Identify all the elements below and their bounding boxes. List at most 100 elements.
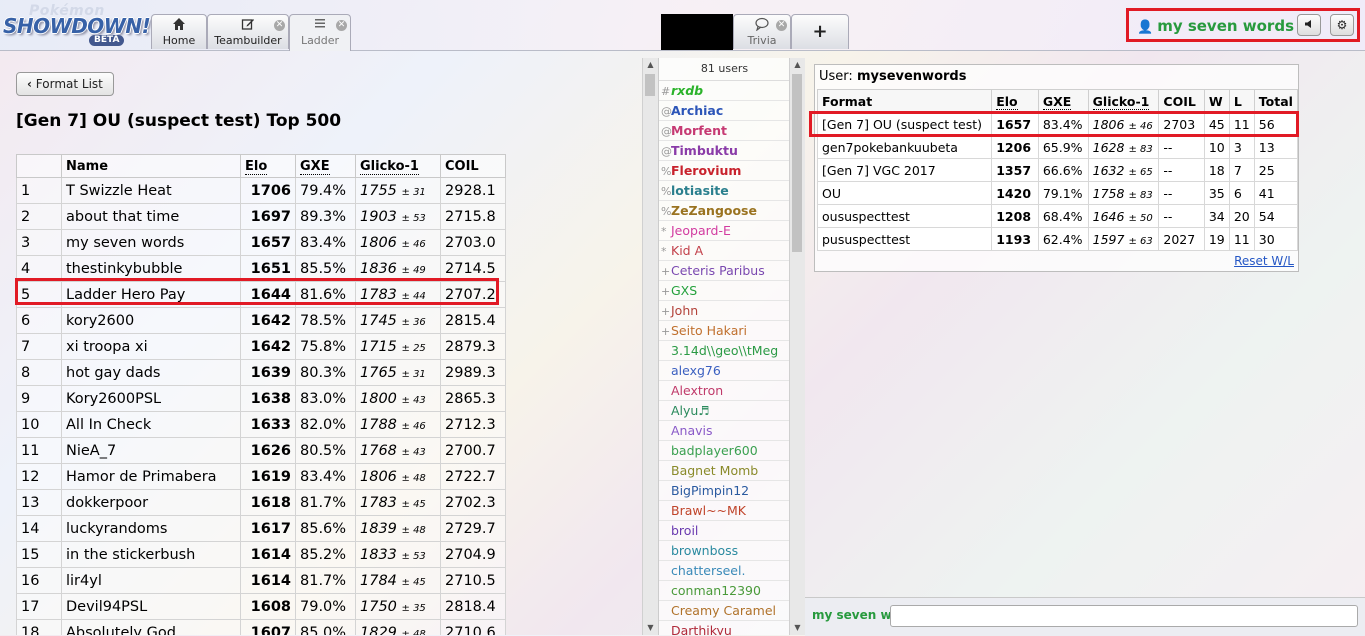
scroll-down-icon[interactable]: ▼ (643, 621, 658, 635)
table-row[interactable]: 18 Absolutely God 1607 85.0% 1829 ± 48 2710.6 (16, 619, 506, 635)
user-list-item[interactable]: %Flerovium (659, 161, 790, 181)
ladder-scrollbar[interactable]: ▲ ▼ (642, 58, 658, 635)
user-list-item[interactable]: broil (659, 521, 790, 541)
user-list-item[interactable]: %ZeZangoose (659, 201, 790, 221)
player-name[interactable]: Ladder Hero Pay (61, 281, 241, 308)
col-gxe[interactable]: GXE (295, 154, 356, 178)
col-glicko[interactable]: Glicko-1 (355, 154, 441, 178)
player-name[interactable]: NieA_7 (61, 437, 241, 464)
player-name[interactable]: Devil94PSL (61, 593, 241, 620)
user-list-item[interactable]: alexg76 (659, 361, 790, 381)
user-list-item[interactable]: @Morfent (659, 121, 790, 141)
user-list-item[interactable]: Alyu♬ (659, 401, 790, 421)
player-name[interactable]: dokkerpoor (61, 489, 241, 516)
user-list-item[interactable]: +GXS (659, 281, 790, 301)
user-list-item[interactable]: Darthikyu (659, 621, 790, 635)
user-list-item[interactable]: @Archiac (659, 101, 790, 121)
player-name[interactable]: Hamor de Primabera (61, 463, 241, 490)
table-row[interactable]: 10 All In Check 1633 82.0% 1788 ± 46 2712.3 (16, 411, 506, 438)
player-name[interactable]: lir4yl (61, 567, 241, 594)
table-row[interactable]: 14 luckyrandoms 1617 85.6% 1839 ± 48 2729.7 (16, 515, 506, 542)
user-list-item[interactable]: Brawl~~MK (659, 501, 790, 521)
coil-cell: 2710.5 (440, 567, 506, 594)
table-row[interactable]: 12 Hamor de Primabera 1619 83.4% 1806 ± 48 27… (16, 463, 506, 490)
close-icon[interactable]: ✕ (274, 20, 285, 31)
tab-home[interactable]: Home (151, 14, 207, 49)
reset-wl-link[interactable]: Reset W/L (1234, 254, 1294, 268)
player-name[interactable]: Absolutely God (61, 619, 241, 635)
col-glicko[interactable]: Glicko-1 (1087, 89, 1160, 113)
user-list-item[interactable]: 3.14d\\geo\\tMeg (659, 341, 790, 361)
col-elo[interactable]: Elo (991, 89, 1039, 113)
user-list-item[interactable]: brownboss (659, 541, 790, 561)
chat-username[interactable]: my seven w (812, 608, 892, 622)
scroll-up-icon[interactable]: ▲ (790, 58, 805, 72)
col-gxe[interactable]: GXE (1037, 89, 1089, 113)
tab-ladder[interactable]: Ladder ✕ (289, 14, 351, 51)
user-list-item[interactable]: * Jeopard-E (659, 221, 790, 241)
col-elo[interactable]: Elo (240, 154, 296, 178)
player-name[interactable]: xi troopa xi (61, 333, 241, 360)
player-name[interactable]: in the stickerbush (61, 541, 241, 568)
user-list-item[interactable]: Bagnet Momb (659, 461, 790, 481)
chat-input[interactable] (890, 605, 1358, 627)
user-list-item[interactable]: BigPimpin12 (659, 481, 790, 501)
user-list-item[interactable]: Anavis (659, 421, 790, 441)
close-icon[interactable]: ✕ (336, 20, 347, 31)
table-row[interactable]: 4 thestinkybubble 1651 85.5% 1836 ± 49 2714.5 (16, 255, 506, 282)
player-name[interactable]: Kory2600PSL (61, 385, 241, 412)
user-list-item[interactable]: #rxdb (659, 81, 790, 101)
format-list-button[interactable]: ‹ Format List (16, 72, 114, 96)
user-list-item[interactable]: * Kid A (659, 241, 790, 261)
user-list-item[interactable]: Alextron (659, 381, 790, 401)
redacted-room-tab[interactable] (661, 14, 733, 50)
player-name[interactable]: hot gay dads (61, 359, 241, 386)
table-row[interactable]: 16 lir4yl 1614 81.7% 1784 ± 45 2710.5 (16, 567, 506, 594)
player-name[interactable]: about that time (61, 203, 241, 230)
tab-teambuilder[interactable]: Teambuilder ✕ (207, 14, 289, 49)
table-row[interactable]: 2 about that time 1697 89.3% 1903 ± 53 2715.8 (16, 203, 506, 230)
showdown-logo[interactable]: Pokémon SHOWDOWN! BETA (3, 3, 151, 47)
coil-cell: 2712.3 (440, 411, 506, 438)
user-list-item[interactable]: badplayer600 (659, 441, 790, 461)
table-row[interactable]: 9 Kory2600PSL 1638 83.0% 1800 ± 43 2865.3 (16, 385, 506, 412)
table-row[interactable]: 3 my seven words 1657 83.4% 1806 ± 46 2703.0 (16, 229, 506, 256)
player-name[interactable]: luckyrandoms (61, 515, 241, 542)
user-list-item[interactable]: %lotiasite (659, 181, 790, 201)
wins-cell: 18 (1203, 158, 1230, 182)
user-list-item[interactable]: +Seito Hakari (659, 321, 790, 341)
rank-cell: 7 (16, 333, 62, 360)
user-list-item[interactable]: chatterseel. (659, 561, 790, 581)
scrollbar-thumb[interactable] (792, 74, 802, 252)
player-name[interactable]: kory2600 (61, 307, 241, 334)
options-button[interactable]: ⚙ (1330, 14, 1354, 36)
table-row[interactable]: 7 xi troopa xi 1642 75.8% 1715 ± 25 2879.3 (16, 333, 506, 360)
tab-trivia[interactable]: Trivia ✕ (733, 14, 791, 49)
user-list-item[interactable]: +Ceteris Paribus (659, 261, 790, 281)
table-row[interactable]: 6 kory2600 1642 78.5% 1745 ± 36 2815.4 (16, 307, 506, 334)
scroll-down-icon[interactable]: ▼ (790, 621, 805, 635)
user-rank-symbol: + (661, 305, 671, 318)
scrollbar-thumb[interactable] (645, 74, 655, 96)
user-list-item[interactable]: @Timbuktu (659, 141, 790, 161)
player-name[interactable]: my seven words (61, 229, 241, 256)
player-name[interactable]: thestinkybubble (61, 255, 241, 282)
player-name[interactable]: All In Check (61, 411, 241, 438)
table-row[interactable]: 13 dokkerpoor 1618 81.7% 1783 ± 45 2702.3 (16, 489, 506, 516)
table-row[interactable]: 1T Swizzle Heat 1706 79.4% 1755 ± 31 2928.1 (16, 177, 506, 204)
user-list-item[interactable]: conman12390 (659, 581, 790, 601)
sound-button[interactable] (1297, 14, 1321, 36)
table-row[interactable]: 5 Ladder Hero Pay 1644 81.6% 1783 ± 44 2707.2 (16, 281, 506, 308)
table-row[interactable]: 8 hot gay dads 1639 80.3% 1765 ± 31 2989.3 (16, 359, 506, 386)
close-icon[interactable]: ✕ (776, 20, 787, 31)
user-list-item[interactable]: Creamy Caramel (659, 601, 790, 621)
userlist-scrollbar[interactable]: ▲ ▼ (789, 58, 805, 635)
table-row[interactable]: 11 NieA_7 1626 80.5% 1768 ± 43 2700.7 (16, 437, 506, 464)
new-room-button[interactable]: + (791, 14, 849, 49)
table-row[interactable]: 17 Devil94PSL 1608 79.0% 1750 ± 35 2818.4 (16, 593, 506, 620)
table-row[interactable]: 15 in the stickerbush 1614 85.2% 1833 ± 53 27… (16, 541, 506, 568)
player-name[interactable]: T Swizzle Heat (61, 177, 241, 204)
user-list-item[interactable]: +John (659, 301, 790, 321)
scroll-up-icon[interactable]: ▲ (643, 58, 658, 72)
username-button[interactable]: 👤 my seven words (1137, 17, 1294, 35)
